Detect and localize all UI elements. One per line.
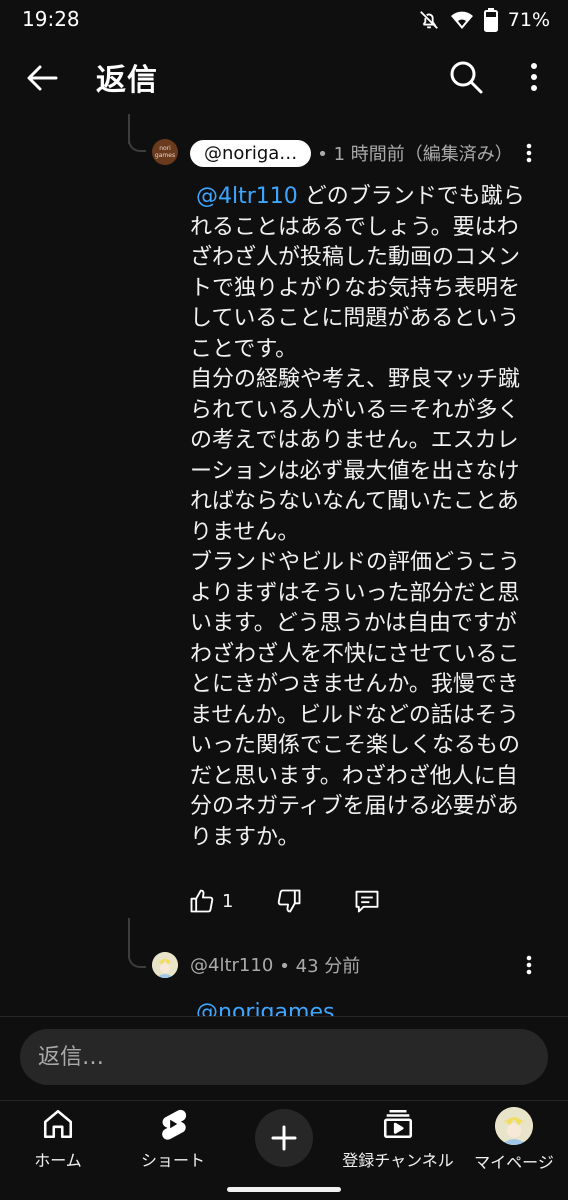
avatar-text: nori games <box>154 145 176 159</box>
comment-actions: 1 <box>188 884 381 918</box>
comment-text: @4ltr110 どのブランドでも蹴ら れることはあるでしょう。要はわ ざわざ人… <box>190 182 530 853</box>
comment-line: れることはあるでしょう。要はわ <box>190 214 519 240</box>
subscriptions-icon <box>383 1109 413 1139</box>
battery-icon <box>483 8 498 32</box>
status-bar: 19:28 71% <box>0 0 568 40</box>
mute-icon <box>418 9 440 31</box>
comment-line-text: どのブランドでも蹴ら <box>304 184 525 209</box>
dislike-icon <box>278 889 301 913</box>
comment-more-button[interactable] <box>518 138 540 168</box>
comment-meta: @4ltr110 • 43 分前 <box>190 950 360 980</box>
comment-line: とにきがつきませんか。我慢でき <box>190 672 519 697</box>
status-time: 19:28 <box>22 7 80 31</box>
more-vert-icon <box>531 63 537 91</box>
comment-timestamp: • 1 時間前（編集済み） <box>317 144 513 165</box>
avatar <box>495 1107 533 1145</box>
comment-line: だと思います。わざわざ他人に自 <box>190 763 518 789</box>
comment-more-button[interactable] <box>518 950 540 980</box>
comment-line: られている人がいる＝それが多く <box>190 397 520 423</box>
nav-label: マイページ <box>474 1153 554 1172</box>
mention-link[interactable]: @norigames <box>196 1000 334 1016</box>
nav-my-page[interactable]: マイページ <box>466 1107 562 1177</box>
more-vert-icon <box>526 143 532 163</box>
shorts-icon <box>162 1109 187 1140</box>
bottom-navigation: ホーム ショート 登録チャンネル マイページ <box>0 1100 568 1200</box>
gesture-bar[interactable] <box>227 1187 341 1192</box>
comment-line: よりまずはそういった部分だと思 <box>190 580 520 606</box>
comment-line: ざわざ人が投稿した動画のコメン <box>190 245 521 270</box>
reply-icon <box>356 890 379 913</box>
create-plus-icon <box>271 1125 297 1151</box>
nav-create-button[interactable] <box>254 1109 314 1179</box>
comment-line: ことです。 <box>190 336 298 362</box>
arrow-left-icon <box>27 65 58 91</box>
search-icon <box>450 61 483 94</box>
comment-line: わざわざ人を不快にさせているこ <box>190 641 520 667</box>
comment-line: ればならないなんて聞いたことあ <box>190 489 519 514</box>
reply-bar <box>0 1016 568 1100</box>
comment-line: りません。 <box>190 519 300 545</box>
reply-button[interactable] <box>353 887 381 915</box>
search-button[interactable] <box>446 57 486 97</box>
dislike-button[interactable] <box>275 887 303 915</box>
avatar[interactable] <box>152 952 178 978</box>
back-button[interactable] <box>22 58 62 98</box>
status-icons: 71% <box>418 6 550 34</box>
like-button[interactable]: 1 <box>188 887 233 915</box>
like-icon <box>190 889 214 913</box>
app-header: 返信 <box>0 40 568 114</box>
author-handle[interactable]: @4ltr110 <box>190 955 273 976</box>
comment-line: ーションは必ず最大値を出さなけ <box>190 458 520 484</box>
comment-line: @4ltr110 どのブランドでも蹴ら <box>190 182 530 213</box>
nav-label: 登録チャンネル <box>342 1151 454 1170</box>
comment-line: していることに問題があるという <box>190 306 520 331</box>
wifi-icon <box>450 9 474 31</box>
like-count: 1 <box>222 890 234 912</box>
comment-timestamp: • 43 分前 <box>279 956 361 977</box>
thread-connector <box>128 952 146 968</box>
comment-line: 分のネガティブを届ける必要があ <box>190 794 519 819</box>
nav-label: ホーム <box>34 1151 82 1170</box>
nav-label: ショート <box>140 1151 205 1170</box>
reply-input[interactable] <box>20 1029 548 1085</box>
comment-meta: @noriga… • 1 時間前（編集済み） <box>190 138 513 168</box>
create-circle <box>255 1109 313 1167</box>
home-icon <box>43 1109 73 1139</box>
comment-line: ませんか。ビルドなどの話はそう <box>190 702 519 728</box>
nav-home[interactable]: ホーム <box>26 1107 90 1177</box>
comment-line: ブランドやビルドの評価どうこう <box>190 550 521 575</box>
thread-connector <box>128 134 146 152</box>
avatar[interactable]: nori games <box>152 139 178 165</box>
battery-percent: 71% <box>507 9 550 31</box>
page-title: 返信 <box>96 63 158 98</box>
comment-line: りますか。 <box>190 824 300 850</box>
nav-shorts[interactable]: ショート <box>128 1107 218 1177</box>
comment-line: いった関係でこそ楽しくなるもの <box>190 733 521 758</box>
comment-line: 自分の経験や考え、野良マッチ蹴 <box>190 367 521 392</box>
mention-link[interactable]: @4ltr110 <box>196 184 298 209</box>
replies-list[interactable]: nori games @noriga… • 1 時間前（編集済み） @4ltr1… <box>0 114 568 1016</box>
avatar-image <box>152 952 178 978</box>
comment-line: の考えではありません。エスカレ <box>190 428 519 453</box>
author-handle-chip[interactable]: @noriga… <box>190 139 312 167</box>
more-vert-icon <box>526 955 532 975</box>
comment-line: トで独りよがりなお気持ち表明を <box>190 275 521 301</box>
comment-line: います。どう思うかは自由ですが <box>190 611 517 636</box>
more-options-button[interactable] <box>516 57 552 97</box>
nav-subscriptions[interactable]: 登録チャンネル <box>338 1107 458 1177</box>
